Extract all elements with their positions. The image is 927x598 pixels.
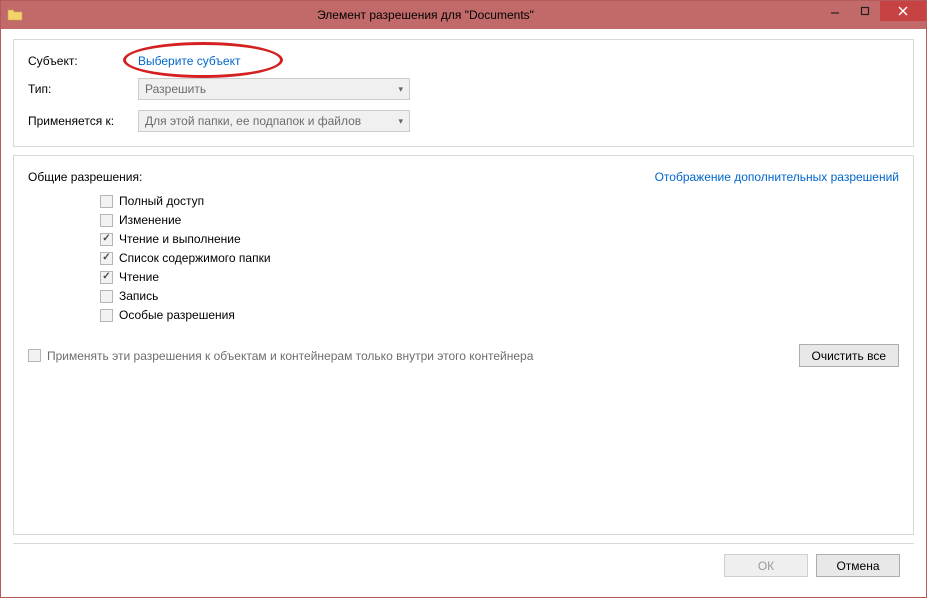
permissions-panel: Общие разрешения: Отображение дополнител… [13,155,914,535]
ok-button[interactable]: ОК [724,554,808,577]
permission-label: Список содержимого папки [119,251,271,265]
window-controls [820,1,926,29]
select-subject-link[interactable]: Выберите субъект [138,54,240,68]
permission-checkbox[interactable] [100,195,113,208]
permissions-list: Полный доступ Изменение ✓ Чтение и выполнен… [100,194,899,322]
close-button[interactable] [880,1,926,21]
permission-item: Запись [100,289,899,303]
permission-item: ✓ Чтение и выполнение [100,232,899,246]
subject-panel: Субъект: Выберите субъект Тип: Разрешить… [13,39,914,147]
content-area: Субъект: Выберите субъект Тип: Разрешить… [1,29,926,597]
clear-all-button[interactable]: Очистить все [799,344,899,367]
permission-item: ✓ Список содержимого папки [100,251,899,265]
applies-combo[interactable]: Для этой папки, ее подпапок и файлов ▾ [138,110,410,132]
permission-checkbox[interactable]: ✓ [100,252,113,265]
check-icon: ✓ [102,272,110,282]
cancel-button[interactable]: Отмена [816,554,900,577]
titlebar: Элемент разрешения для "Documents" [1,1,926,29]
inherit-label: Применять эти разрешения к объектам и ко… [47,349,533,363]
permission-checkbox[interactable]: ✓ [100,233,113,246]
inherit-checkbox[interactable] [28,349,41,362]
bottom-row: Применять эти разрешения к объектам и ко… [28,344,899,367]
permissions-title: Общие разрешения: [28,170,142,184]
subject-row: Субъект: Выберите субъект [28,54,899,68]
type-row: Тип: Разрешить ▾ [28,78,899,100]
minimize-button[interactable] [820,1,850,21]
applies-value: Для этой папки, ее подпапок и файлов [145,114,361,128]
permission-item: ✓ Чтение [100,270,899,284]
type-combo[interactable]: Разрешить ▾ [138,78,410,100]
permissions-header: Общие разрешения: Отображение дополнител… [28,170,899,184]
applies-row: Применяется к: Для этой папки, ее подпап… [28,110,899,132]
permission-label: Чтение и выполнение [119,232,241,246]
type-value: Разрешить [145,82,206,96]
permission-label: Изменение [119,213,181,227]
type-label: Тип: [28,82,138,96]
check-icon: ✓ [102,253,110,263]
footer: ОК Отмена [13,543,914,587]
check-icon: ✓ [102,234,110,244]
permission-checkbox[interactable] [100,290,113,303]
permission-label: Полный доступ [119,194,204,208]
permission-label: Чтение [119,270,159,284]
permission-checkbox[interactable]: ✓ [100,271,113,284]
applies-label: Применяется к: [28,114,138,128]
chevron-down-icon: ▾ [398,84,403,95]
subject-label: Субъект: [28,54,138,68]
permission-item: Изменение [100,213,899,227]
maximize-button[interactable] [850,1,880,21]
permission-item: Полный доступ [100,194,899,208]
inherit-row: Применять эти разрешения к объектам и ко… [28,349,533,363]
permission-checkbox[interactable] [100,214,113,227]
permission-label: Особые разрешения [119,308,235,322]
permission-label: Запись [119,289,158,303]
chevron-down-icon: ▾ [398,116,403,127]
permission-checkbox[interactable] [100,309,113,322]
permission-item: Особые разрешения [100,308,899,322]
folder-icon [7,7,23,23]
permission-entry-window: Элемент разрешения для "Documents" Субъе… [0,0,927,598]
show-advanced-link[interactable]: Отображение дополнительных разрешений [655,170,899,184]
window-title: Элемент разрешения для "Documents" [31,8,820,22]
